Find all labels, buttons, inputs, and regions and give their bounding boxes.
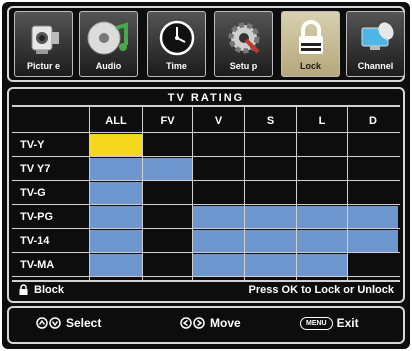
rating-row-label: TV-PG (20, 211, 54, 223)
rating-cell-empty[interactable] (348, 182, 398, 204)
row-divider (12, 252, 400, 253)
rating-row-label: TV-14 (20, 235, 50, 247)
camcorder-icon (31, 25, 59, 54)
select-label: Select (66, 316, 102, 330)
row-divider (12, 276, 400, 277)
tab-setup[interactable]: Setu p (214, 11, 273, 77)
footer-exit: MENU Exit (300, 316, 359, 330)
rating-cell-blocked[interactable] (297, 206, 347, 228)
tab-channel-label: Channel (357, 61, 394, 71)
move-label: Move (210, 316, 241, 330)
column-header: ALL (105, 115, 127, 127)
tab-picture-label: Pictur e (26, 61, 60, 71)
rating-cell-empty[interactable] (193, 182, 244, 204)
block-label: Block (34, 284, 64, 296)
rating-cell-empty[interactable] (297, 158, 347, 180)
music-disc-icon (87, 21, 128, 55)
rating-cell-empty[interactable] (297, 182, 347, 204)
rating-cell-blocked[interactable] (348, 206, 398, 228)
rating-cell-blocked[interactable] (90, 206, 142, 228)
rating-cell-empty[interactable] (193, 158, 244, 180)
tab-audio-label: Audio (95, 61, 122, 71)
tab-channel[interactable]: Channel (346, 11, 405, 77)
rating-cell-blocked[interactable] (245, 254, 296, 276)
setup-gear-icon (228, 22, 259, 54)
footer-move: Move (180, 316, 241, 330)
rating-cell-empty[interactable] (143, 134, 192, 156)
tab-audio[interactable]: Audio (79, 11, 138, 77)
rating-row-label: TV-Y (20, 139, 45, 151)
rating-cell-empty[interactable] (143, 206, 192, 228)
padlock-icon (298, 20, 323, 54)
small-lock-icon (19, 284, 28, 295)
rating-row-label: TV-G (20, 187, 46, 199)
rating-cell-empty[interactable] (143, 230, 192, 252)
rating-row-label: TV Y7 (20, 163, 51, 175)
rating-cell-empty[interactable] (348, 254, 398, 276)
rating-cell-blocked[interactable] (348, 230, 398, 252)
exit-label: Exit (336, 316, 359, 330)
column-header: FV (160, 115, 175, 127)
rating-cell-blocked[interactable] (90, 182, 142, 204)
rating-cell-empty[interactable] (143, 182, 192, 204)
tab-time[interactable]: Time (147, 11, 206, 77)
column-header: V (214, 115, 223, 127)
rating-cell-empty[interactable] (193, 134, 244, 156)
title-divider (12, 105, 400, 107)
row-divider (12, 132, 400, 133)
up-down-arrows-icon (36, 317, 61, 329)
clock-icon (159, 20, 194, 56)
tab-lock-label: Lock (299, 61, 321, 71)
tab-lock[interactable]: Lock (281, 11, 340, 77)
column-header: S (266, 115, 275, 127)
row-divider (12, 180, 400, 181)
row-divider (12, 204, 400, 205)
tab-setup-label: Setu p (229, 61, 258, 71)
row-divider (12, 156, 400, 157)
menu-key-icon: MENU (300, 316, 333, 330)
rating-cell-blocked[interactable] (297, 230, 347, 252)
panel-title: TV RATING (167, 92, 245, 104)
rating-cell-empty[interactable] (245, 158, 296, 180)
rating-cell-blocked[interactable] (245, 230, 296, 252)
rating-cell-blocked[interactable] (193, 206, 244, 228)
rating-cell-blocked[interactable] (90, 230, 142, 252)
rating-cell-empty[interactable] (245, 134, 296, 156)
rating-cell-empty[interactable] (348, 158, 398, 180)
column-header: L (318, 115, 326, 127)
lock-hint: Press OK to Lock or Unlock (248, 284, 394, 296)
left-right-arrows-icon (180, 317, 205, 329)
rating-cell-empty[interactable] (143, 254, 192, 276)
grid-bottom-line (12, 280, 400, 282)
tab-picture[interactable]: Pictur e (14, 11, 73, 77)
rating-row-label: TV-MA (20, 259, 55, 271)
rating-cell-blocked[interactable] (193, 230, 244, 252)
satellite-dish-icon (361, 22, 394, 50)
rating-cell-empty[interactable] (297, 134, 347, 156)
rating-cell-blocked[interactable] (90, 254, 142, 276)
rating-cell-blocked[interactable] (193, 254, 244, 276)
footer-select: Select (36, 316, 101, 330)
row-divider (12, 228, 400, 229)
rating-cell-blocked[interactable] (143, 158, 192, 180)
block-legend: Block (18, 284, 64, 296)
rating-cell-blocked[interactable] (245, 206, 296, 228)
rating-cell-empty[interactable] (245, 182, 296, 204)
rating-cell-selected[interactable] (90, 134, 142, 156)
rating-cell-empty[interactable] (348, 134, 398, 156)
tab-time-label: Time (166, 61, 187, 71)
rating-cell-blocked[interactable] (297, 254, 347, 276)
rating-cell-blocked[interactable] (90, 158, 142, 180)
column-header: D (369, 115, 377, 127)
